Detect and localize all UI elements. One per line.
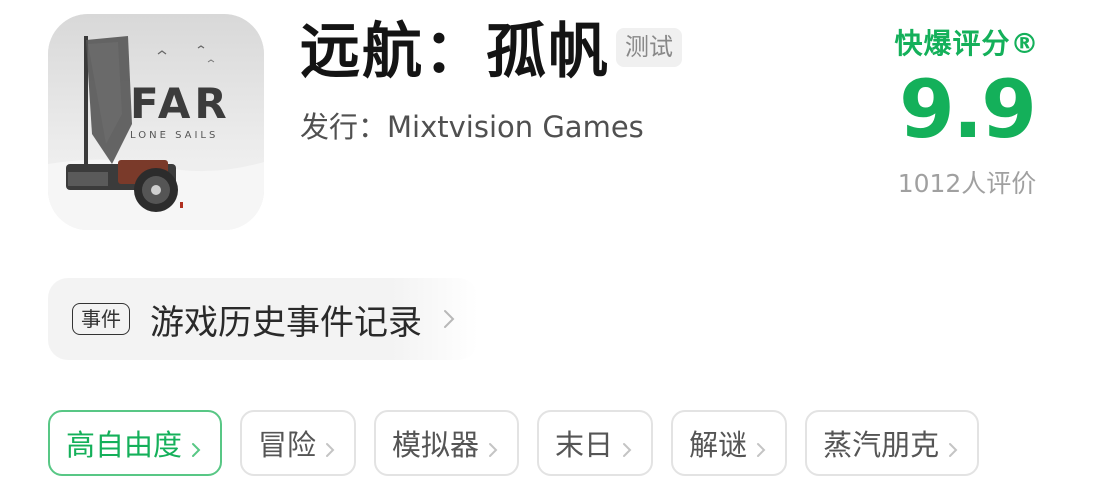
- tag-label: 解谜: [689, 428, 748, 462]
- chevron-right-icon: [322, 433, 338, 457]
- events-label: 游戏历史事件记录: [150, 302, 422, 343]
- publisher-label[interactable]: 发行：Mixtvision Games: [300, 104, 644, 146]
- app-icon[interactable]: FAR LONE SAILS: [48, 14, 264, 230]
- icon-title-text: FAR: [130, 79, 231, 128]
- game-events-link[interactable]: 事件 游戏历史事件记录: [48, 278, 478, 360]
- tag-steampunk[interactable]: 蒸汽朋克: [805, 410, 980, 476]
- title-row: 远航：孤帆 测试: [300, 14, 682, 90]
- icon-subtitle-text: LONE SAILS: [130, 130, 218, 141]
- tag-label: 末日: [555, 428, 614, 462]
- rating-count: 1012人评价: [897, 169, 1037, 198]
- tag-simulator[interactable]: 模拟器: [374, 410, 520, 476]
- rating-label: 快爆评分®: [894, 27, 1040, 60]
- tag-apocalypse[interactable]: 末日: [537, 410, 654, 476]
- tag-list: 高自由度 冒险 模拟器 末日 解谜 蒸汽朋克: [48, 410, 980, 476]
- tag-label: 冒险: [258, 428, 317, 462]
- rating-score: 9.9: [899, 63, 1037, 156]
- chevron-right-icon: [188, 433, 204, 457]
- chevron-right-icon: [438, 308, 460, 330]
- tag-label: 蒸汽朋克: [823, 428, 940, 462]
- tag-label: 模拟器: [392, 428, 480, 462]
- event-badge: 事件: [72, 303, 130, 335]
- tag-open-world[interactable]: 高自由度: [48, 410, 223, 476]
- test-badge: 测试: [616, 28, 682, 67]
- chevron-right-icon: [945, 433, 961, 457]
- app-title: 远航：孤帆: [300, 17, 610, 87]
- chevron-right-icon: [485, 433, 501, 457]
- chevron-right-icon: [753, 433, 769, 457]
- tag-adventure[interactable]: 冒险: [240, 410, 357, 476]
- tag-label: 高自由度: [66, 428, 183, 462]
- chevron-right-icon: [619, 433, 635, 457]
- tag-puzzle[interactable]: 解谜: [671, 410, 788, 476]
- rating-box[interactable]: 快爆评分® 9.9 1012人评价: [862, 22, 1072, 200]
